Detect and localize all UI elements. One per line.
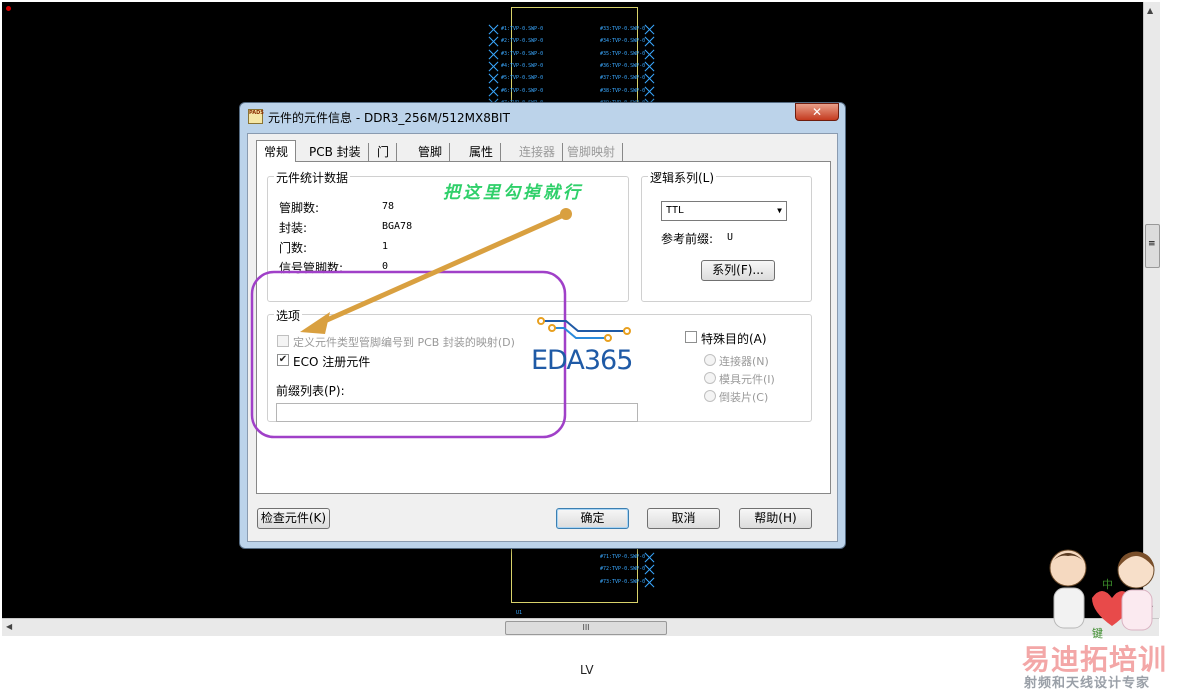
connector-radio	[704, 354, 716, 366]
component-info-dialog: PADS 元件的元件信息 - DDR3_256M/512MX8BIT ✕ 常规 …	[239, 102, 846, 549]
logic-family-select[interactable]: TTL ▼	[661, 201, 787, 221]
pin-label: #1:TVP-0.SWP-0	[501, 26, 544, 32]
component-ref-label: U1	[516, 610, 523, 616]
pin-label: #72:TVP-0.SWP-0	[600, 566, 646, 573]
options-group-title: 选项	[274, 307, 303, 324]
tab-general[interactable]: 常规	[256, 140, 297, 162]
signal-pin-count-value: 0	[382, 261, 389, 272]
pin-label: #3:TVP-0.SWP-0	[501, 50, 544, 57]
flip-chip-radio	[704, 390, 716, 402]
cancel-button[interactable]: 取消	[647, 508, 720, 529]
pads-app-icon: PADS	[248, 109, 264, 124]
define-pin-map-checkbox[interactable]	[277, 335, 289, 347]
eco-register-checkbox[interactable]: ✔	[277, 354, 289, 366]
pin-label: #34:TVP-0.SWP-0	[600, 38, 646, 45]
vertical-scroll-thumb[interactable]: ≡	[1145, 224, 1160, 268]
pin-marker-icon	[644, 73, 656, 84]
pin-label: #4:TVP-0.SWP-0	[501, 62, 544, 69]
pin-marker-icon	[488, 24, 500, 35]
pin-label: #2:TVP-0.SWP-0	[501, 38, 544, 45]
tab-pins[interactable]: 管脚	[411, 143, 451, 161]
pin-marker-icon	[644, 61, 656, 72]
flip-chip-radio-label: 倒装片(C)	[719, 391, 769, 404]
package-label: 封装:	[279, 221, 308, 235]
logic-family-title: 逻辑系列(L)	[648, 169, 717, 186]
tab-pin-mapping: 管脚映射	[560, 143, 624, 161]
ok-button[interactable]: 确定	[556, 508, 629, 529]
special-purpose-label: 特殊目的(A)	[701, 332, 767, 346]
tab-pcb-decals[interactable]: PCB 封装	[302, 143, 369, 161]
check-component-button[interactable]: 检查元件(K)	[257, 508, 330, 529]
pin-label: #33:TVP-0.SWP-0	[600, 26, 646, 32]
dialog-titlebar[interactable]: PADS 元件的元件信息 - DDR3_256M/512MX8BIT ✕	[240, 103, 845, 129]
pin-label: #36:TVP-0.SWP-0	[600, 62, 646, 69]
family-button[interactable]: 系列(F)...	[701, 260, 775, 281]
close-button[interactable]: ✕	[795, 103, 839, 121]
gate-count-value: 1	[382, 241, 389, 252]
pin-label: #73:TVP-0.SWP-0	[600, 578, 646, 585]
gate-count-label: 门数:	[279, 241, 308, 255]
mascot-illustration: 中 键	[1049, 549, 1155, 640]
pin-label: #6:TVP-0.SWP-0	[501, 87, 544, 94]
pin-label: #71:TVP-0.SWP-0	[600, 554, 646, 560]
vertical-scrollbar[interactable]: ▲ ≡ ▼	[1143, 2, 1160, 618]
horizontal-scroll-thumb[interactable]: III	[505, 621, 667, 635]
stats-group-title: 元件统计数据	[274, 169, 351, 186]
ref-prefix-value: U	[727, 232, 734, 243]
package-value: BGA78	[382, 221, 413, 232]
chevron-down-icon: ▼	[777, 206, 782, 215]
die-component-radio	[704, 372, 716, 384]
prefix-list-label: 前缀列表(P):	[276, 384, 345, 398]
brand-watermark-subtitle: 射频和天线设计专家	[1024, 676, 1151, 691]
pin-count-label: 管脚数:	[279, 201, 320, 215]
tab-gates[interactable]: 门	[370, 143, 398, 161]
define-pin-map-label: 定义元件类型管脚编号到 PCB 封装的映射(D)	[293, 336, 515, 349]
annotation-text: 把这里勾掉就行	[443, 183, 583, 203]
pin-marker-icon	[644, 552, 656, 563]
eco-register-label: ECO 注册元件	[293, 355, 371, 369]
signal-pin-count-label: 信号管脚数:	[279, 261, 344, 275]
pin-marker-icon	[644, 577, 656, 588]
eda365-logo: EDA365	[531, 345, 633, 376]
pin-label: #38:TVP-0.SWP-0	[600, 87, 646, 94]
pin-marker-icon	[644, 24, 656, 35]
pin-count-value: 78	[382, 201, 395, 212]
pin-label: #35:TVP-0.SWP-0	[600, 50, 646, 57]
close-icon: ✕	[811, 105, 823, 119]
tab-connector: 连接器	[512, 143, 564, 161]
ref-prefix-label: 参考前缀:	[661, 232, 714, 246]
horizontal-scrollbar[interactable]: ◀ III ▶	[2, 618, 1159, 636]
tab-attributes[interactable]: 属性	[462, 143, 502, 161]
prefix-list-input[interactable]	[276, 403, 638, 422]
die-component-radio-label: 模具元件(I)	[719, 373, 775, 386]
pin-marker-icon	[488, 61, 500, 72]
pin-label: #37:TVP-0.SWP-0	[600, 75, 646, 82]
pin-marker-icon	[488, 36, 500, 47]
pin-label: #5:TVP-0.SWP-0	[501, 75, 544, 82]
pin-marker-icon	[488, 73, 500, 84]
general-tab-panel: 元件统计数据 管脚数: 78 封装: BGA78 门数: 1 信号管脚数: 0 …	[256, 161, 831, 494]
pin-marker-icon	[644, 49, 656, 60]
pin-marker-icon	[488, 49, 500, 60]
pin-marker-icon	[644, 564, 656, 575]
scroll-up-icon[interactable]: ▲	[1147, 6, 1153, 15]
special-purpose-checkbox[interactable]	[685, 331, 697, 343]
dialog-title: 元件的元件信息 - DDR3_256M/512MX8BIT	[268, 111, 510, 125]
mascot-text: 中	[1102, 578, 1113, 591]
pin-marker-icon	[644, 86, 656, 97]
connector-radio-label: 连接器(N)	[719, 355, 769, 368]
pin-marker-icon	[488, 86, 500, 97]
pin-marker-icon	[644, 36, 656, 47]
footer-label: LV	[580, 663, 594, 677]
origin-marker	[6, 6, 11, 11]
scroll-left-icon[interactable]: ◀	[6, 622, 12, 631]
help-button[interactable]: 帮助(H)	[739, 508, 812, 529]
